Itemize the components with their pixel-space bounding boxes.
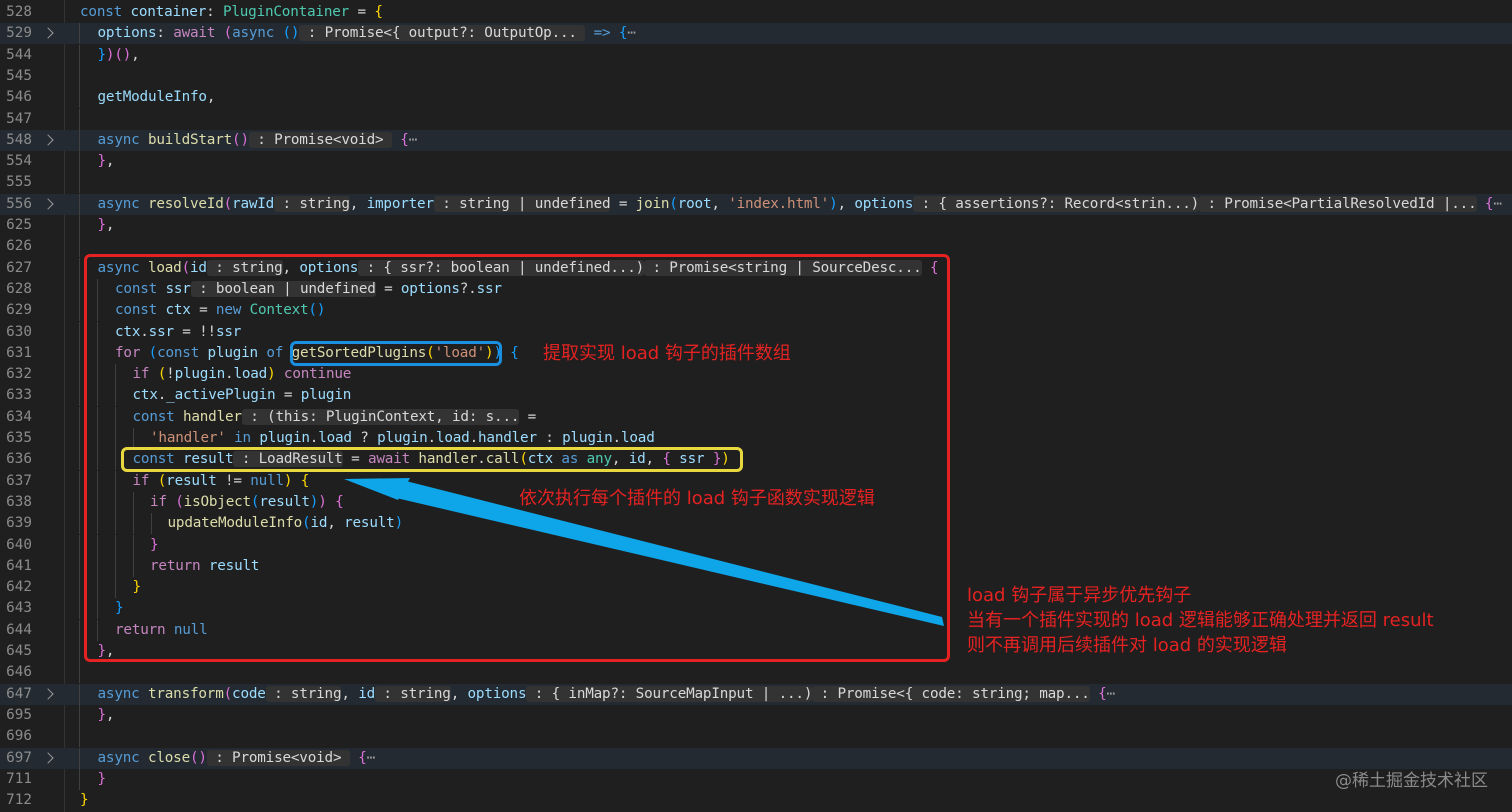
annotation-arrow xyxy=(344,478,944,626)
watermark: @稀土掘金技术社区 xyxy=(1335,771,1488,791)
annotation-execute-hooks: 依次执行每个插件的 load 钩子函数实现逻辑 xyxy=(519,488,875,509)
annotation-async-first-hook: load 钩子属于异步优先钩子 xyxy=(967,585,1192,606)
annotation-skip-remaining: 则不再调用后续插件对 load 的实现逻辑 xyxy=(967,635,1287,656)
annotation-return-result: 当有一个插件实现的 load 逻辑能够正确处理并返回 result xyxy=(967,610,1434,631)
annotation-sorted-plugins: 提取实现 load 钩子的插件数组 xyxy=(543,343,791,364)
